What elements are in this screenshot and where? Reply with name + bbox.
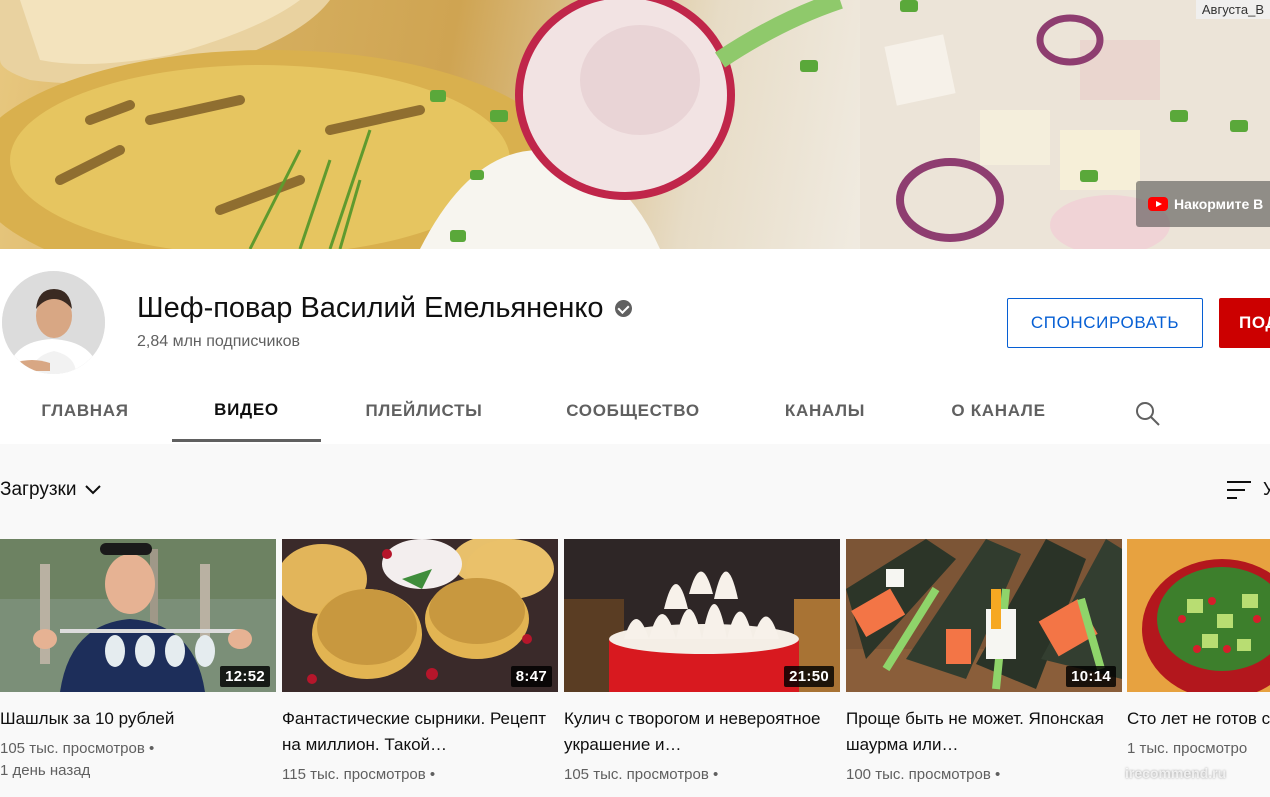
channel-avatar[interactable] <box>2 271 105 374</box>
meta-separator <box>709 766 718 783</box>
video-thumbnail[interactable]: 8:47 <box>282 539 558 692</box>
video-views: 105 тыс. просмотров <box>0 740 145 757</box>
video-thumbnail[interactable]: 10:14 <box>846 539 1122 692</box>
sponsor-button[interactable]: СПОНСИРОВАТЬ <box>1007 298 1203 348</box>
banner-food-image <box>0 0 1270 249</box>
video-thumbnail[interactable]: 12:52 <box>0 539 276 692</box>
banner-user-label: Августа_В <box>1195 0 1270 19</box>
sort-label[interactable]: У <box>1263 479 1270 500</box>
channel-title: Шеф-повар Василий Емельяненко <box>137 292 633 325</box>
video-meta: 115 тыс. просмотров <box>282 764 558 786</box>
tab-playlists[interactable]: ПЛЕЙЛИСТЫ <box>344 380 504 442</box>
watermark: irecommend.ru <box>1125 765 1227 781</box>
video-card[interactable]: 12:52 Шашлык за 10 рублей 105 тыс. просм… <box>0 539 276 782</box>
youtube-logo-icon <box>1148 197 1168 211</box>
video-views: 105 тыс. просмотров <box>564 766 709 783</box>
video-meta: 105 тыс. просмотров <box>564 764 840 786</box>
sort-icon[interactable] <box>1225 478 1253 502</box>
video-title[interactable]: Кулич с творогом и невероятное украшение… <box>564 706 840 758</box>
video-card[interactable]: 8:47 Фантастические сырники. Рецепт на м… <box>282 539 558 786</box>
subscribe-button[interactable]: ПОД <box>1219 298 1270 348</box>
video-meta: 1 тыс. просмотро <box>1127 738 1270 760</box>
video-card[interactable]: Сто лет не готов салат, а зря. Пос 1 тыс… <box>1127 539 1270 760</box>
tab-about[interactable]: О КАНАЛЕ <box>930 380 1067 442</box>
video-thumbnail[interactable] <box>1127 539 1270 692</box>
subscriber-count: 2,84 млн подписчиков <box>137 333 301 350</box>
video-views: 100 тыс. просмотров <box>846 766 991 783</box>
youtube-channel-page: { "banner": { "user_label": "Августа_В",… <box>0 0 1270 797</box>
video-age: 1 день назад <box>0 762 91 779</box>
channel-tabs: ГЛАВНАЯ ВИДЕО ПЛЕЙЛИСТЫ СООБЩЕСТВО КАНАЛ… <box>0 380 1270 444</box>
avatar-image <box>2 271 105 374</box>
banner-social-link[interactable]: Накормите В <box>1136 181 1270 227</box>
channel-name-text: Шеф-повар Василий Емельяненко <box>137 292 604 324</box>
uploads-dropdown[interactable]: Загрузки <box>0 479 102 501</box>
video-duration: 10:14 <box>1066 666 1116 687</box>
video-duration: 12:52 <box>220 666 270 687</box>
video-title[interactable]: Шашлык за 10 рублей <box>0 706 276 732</box>
verified-check-icon <box>615 300 633 317</box>
channel-banner: Августа_В Накормите В <box>0 0 1270 249</box>
video-duration: 8:47 <box>510 666 552 687</box>
video-views: 115 тыс. просмотров <box>282 766 426 783</box>
video-title[interactable]: Сто лет не готов салат, а зря. Пос <box>1127 706 1270 732</box>
video-title[interactable]: Проще быть не может. Японская шаурма или… <box>846 706 1122 758</box>
video-card[interactable]: 10:14 Проще быть не может. Японская шаур… <box>846 539 1122 786</box>
video-card[interactable]: 21:50 Кулич с творогом и невероятное укр… <box>564 539 840 786</box>
meta-separator <box>426 766 435 783</box>
video-meta: 105 тыс. просмотров 1 день назад <box>0 738 276 782</box>
video-thumbnail[interactable]: 21:50 <box>564 539 840 692</box>
video-meta: 100 тыс. просмотров <box>846 764 1122 786</box>
banner-link-text: Накормите В <box>1174 196 1264 212</box>
tab-channels[interactable]: КАНАЛЫ <box>764 380 886 442</box>
tab-community[interactable]: СООБЩЕСТВО <box>548 380 718 442</box>
video-duration: 21:50 <box>784 666 834 687</box>
meta-separator <box>145 740 154 757</box>
video-title[interactable]: Фантастические сырники. Рецепт на миллио… <box>282 706 558 758</box>
search-icon[interactable] <box>1133 399 1161 427</box>
video-views: 1 тыс. просмотро <box>1127 740 1248 757</box>
meta-separator <box>991 766 1000 783</box>
tab-videos[interactable]: ВИДЕО <box>172 380 321 442</box>
thumbnail-image <box>1127 539 1270 692</box>
tab-home[interactable]: ГЛАВНАЯ <box>22 380 148 442</box>
chevron-down-icon <box>85 485 102 495</box>
uploads-label: Загрузки <box>0 479 77 500</box>
